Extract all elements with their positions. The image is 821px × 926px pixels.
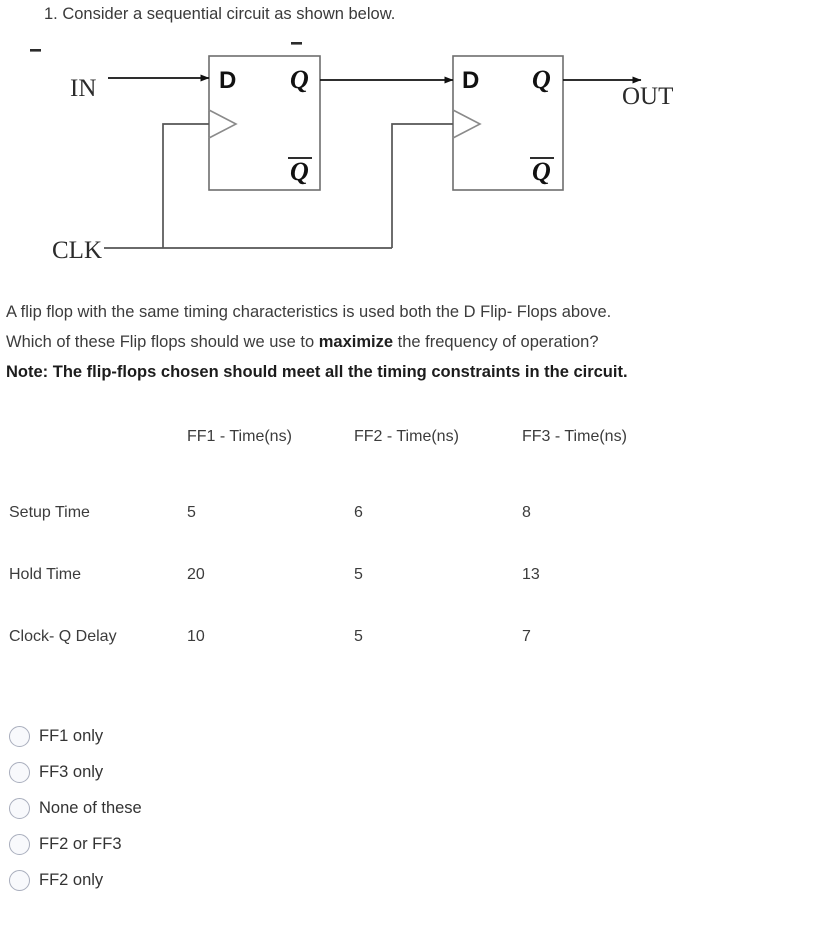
cell-clkq-ff3: 7 xyxy=(522,628,531,645)
table-row: Setup Time 5 6 8 xyxy=(0,504,821,566)
prompt-line-1: A flip flop with the same timing charact… xyxy=(6,297,806,327)
ff1-qbar-label: Q xyxy=(290,157,309,186)
ff2-q-label: Q xyxy=(532,65,551,94)
option-label-ff3-only: FF3 only xyxy=(39,762,104,781)
row-label-setup-time: Setup Time xyxy=(9,504,90,521)
radio-button-none-of-these[interactable] xyxy=(9,797,30,819)
prompt-line-2-text-a: Which of these Flip flops should we use … xyxy=(6,333,319,351)
scan-artifact-dash-top xyxy=(291,42,302,45)
in-label: IN xyxy=(70,75,96,102)
scan-artifact-dash-left xyxy=(30,49,41,52)
cell-clkq-ff1: 10 xyxy=(187,628,205,645)
prompt-note: Note: The flip-flops chosen should meet … xyxy=(6,363,628,381)
cell-hold-ff2: 5 xyxy=(354,566,363,583)
clk-branch-ff1-wire xyxy=(162,123,209,248)
prompt-line-1-text: A flip flop with the same timing charact… xyxy=(6,303,612,321)
circuit-svg: IN OUT CLK D Q Q D Q Q xyxy=(30,42,673,264)
question-stem: 1. Consider a sequential circuit as show… xyxy=(44,5,396,23)
table-header-ff1: FF1 - Time(ns) xyxy=(187,428,292,445)
timing-table: FF1 - Time(ns) FF2 - Time(ns) FF3 - Time… xyxy=(0,428,821,690)
option-row-none-of-these[interactable]: None of these xyxy=(0,790,460,826)
prompt-block: A flip flop with the same timing charact… xyxy=(6,297,806,387)
ff2-qbar-label: Q xyxy=(532,157,551,186)
option-row-ff2-only[interactable]: FF2 only xyxy=(0,862,460,898)
row-label-clock-q-delay: Clock- Q Delay xyxy=(9,628,117,645)
option-row-ff2-or-ff3[interactable]: FF2 or FF3 xyxy=(0,826,460,862)
answer-options-list: FF1 only FF3 only None of these FF2 or F… xyxy=(0,718,460,898)
prompt-line-2-text-b: the frequency of operation? xyxy=(393,333,599,351)
cell-setup-ff1: 5 xyxy=(187,504,196,521)
ff2-clock-triangle-icon xyxy=(452,109,482,139)
cell-clkq-ff2: 5 xyxy=(354,628,363,645)
cell-setup-ff2: 6 xyxy=(354,504,363,521)
radio-button-ff3-only[interactable] xyxy=(9,761,30,783)
ff1-clock-triangle-icon xyxy=(208,109,238,139)
option-label-ff1-only: FF1 only xyxy=(39,726,104,745)
ff1-d-label: D xyxy=(219,67,236,94)
circuit-diagram: IN OUT CLK D Q Q D Q Q xyxy=(0,36,821,276)
table-header-ff3: FF3 - Time(ns) xyxy=(522,428,627,445)
prompt-emphasis-maximize: maximize xyxy=(318,333,394,351)
prompt-line-2: Which of these Flip flops should we use … xyxy=(6,327,806,357)
ff1-q-label: Q xyxy=(290,65,309,94)
row-label-hold-time: Hold Time xyxy=(9,566,82,583)
table-header-ff2: FF2 - Time(ns) xyxy=(354,428,459,445)
out-label: OUT xyxy=(622,83,673,110)
clk-label: CLK xyxy=(52,237,102,264)
option-label-ff2-or-ff3: FF2 or FF3 xyxy=(39,834,122,853)
radio-button-ff2-or-ff3[interactable] xyxy=(9,833,30,855)
option-label-none-of-these: None of these xyxy=(39,798,142,817)
radio-button-ff1-only[interactable] xyxy=(9,725,30,747)
cell-hold-ff3: 13 xyxy=(522,566,540,583)
cell-setup-ff3: 8 xyxy=(522,504,531,521)
option-label-ff2-only: FF2 only xyxy=(39,870,104,889)
option-row-ff1-only[interactable]: FF1 only xyxy=(0,718,460,754)
table-row: Hold Time 20 5 13 xyxy=(0,566,821,628)
radio-button-ff2-only[interactable] xyxy=(9,869,30,891)
cell-hold-ff1: 20 xyxy=(187,566,205,583)
table-row: Clock- Q Delay 10 5 7 xyxy=(0,628,821,690)
table-header-row: FF1 - Time(ns) FF2 - Time(ns) FF3 - Time… xyxy=(0,428,821,504)
option-row-ff3-only[interactable]: FF3 only xyxy=(0,754,460,790)
table-header-blank xyxy=(0,428,187,504)
clk-branch-ff2-wire xyxy=(391,123,453,248)
ff2-d-label: D xyxy=(462,67,479,94)
